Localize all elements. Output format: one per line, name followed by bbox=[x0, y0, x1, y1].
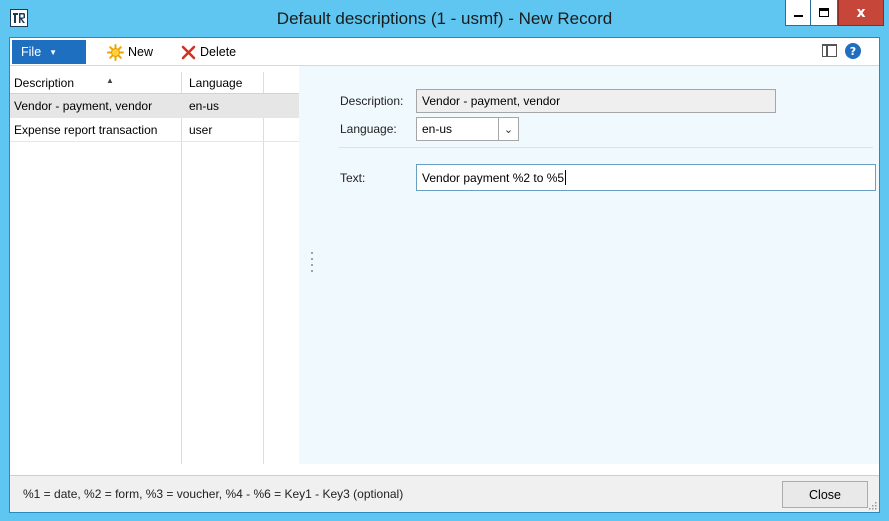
new-star-icon bbox=[107, 43, 124, 61]
row-language: en-us bbox=[189, 99, 220, 113]
help-icon[interactable]: ? bbox=[845, 43, 861, 59]
field-group-divider bbox=[339, 147, 873, 148]
form-content: Description ▲ Language Vendor - payment,… bbox=[10, 66, 879, 464]
caret-down-icon: ▼ bbox=[49, 47, 58, 57]
new-button-label: New bbox=[128, 45, 154, 59]
table-row[interactable]: Vendor - payment, vendor en-us bbox=[10, 94, 299, 118]
text-caret bbox=[565, 170, 567, 185]
delete-button-label: Delete bbox=[200, 45, 237, 59]
text-value: Vendor payment %2 to %5 bbox=[422, 170, 565, 185]
close-button[interactable]: Close bbox=[782, 481, 868, 508]
delete-button[interactable]: Delete bbox=[181, 43, 236, 61]
language-value: en-us bbox=[422, 122, 453, 136]
action-pane: File ▼ New Delete ? bbox=[10, 38, 879, 66]
window-title: Default descriptions (1 - usmf) - New Re… bbox=[276, 9, 613, 28]
text-input[interactable]: Vendor payment %2 to %5 bbox=[416, 164, 876, 191]
description-label: Description: bbox=[340, 94, 404, 108]
grid-header: Description ▲ Language bbox=[10, 72, 299, 94]
dropdown-chevron-icon[interactable]: ⌄ bbox=[498, 118, 518, 140]
minimize-button[interactable] bbox=[785, 0, 811, 26]
description-field[interactable]: Vendor - payment, vendor bbox=[416, 89, 776, 113]
maximize-button[interactable] bbox=[811, 0, 838, 26]
close-window-button[interactable]: x bbox=[838, 0, 884, 26]
application-window: Default descriptions (1 - usmf) - New Re… bbox=[0, 0, 889, 521]
sort-ascending-icon: ▲ bbox=[106, 76, 114, 85]
row-description: Vendor - payment, vendor bbox=[14, 99, 153, 113]
form-frame: File ▼ New Delete ? Description ▲ Langua… bbox=[9, 37, 880, 513]
row-language: user bbox=[189, 123, 213, 137]
delete-x-icon bbox=[181, 45, 196, 59]
column-header-description[interactable]: Description bbox=[14, 76, 74, 90]
column-header-language[interactable]: Language bbox=[189, 76, 242, 90]
resize-grip-icon[interactable] bbox=[867, 500, 877, 510]
text-label: Text: bbox=[340, 171, 366, 185]
layout-icon[interactable] bbox=[822, 44, 837, 57]
file-menu-label: File bbox=[21, 45, 42, 59]
splitter-handle-icon[interactable] bbox=[311, 252, 315, 282]
new-button[interactable]: New bbox=[107, 43, 153, 61]
table-row[interactable]: Expense report transaction user bbox=[10, 118, 299, 142]
detail-pane: Description: Vendor - payment, vendor La… bbox=[299, 66, 879, 464]
help-hint-text: %1 = date, %2 = form, %3 = voucher, %4 -… bbox=[23, 487, 404, 501]
title-bar[interactable]: Default descriptions (1 - usmf) - New Re… bbox=[0, 0, 889, 37]
language-select[interactable]: en-us ⌄ bbox=[416, 117, 519, 141]
description-value: Vendor - payment, vendor bbox=[422, 94, 561, 108]
row-description: Expense report transaction bbox=[14, 123, 158, 137]
close-icon: x bbox=[856, 4, 866, 21]
language-label: Language: bbox=[340, 122, 397, 136]
file-menu-button[interactable]: File ▼ bbox=[12, 40, 86, 64]
minimize-icon bbox=[793, 14, 803, 17]
descriptions-grid[interactable]: Description ▲ Language Vendor - payment,… bbox=[10, 72, 299, 464]
status-bar: %1 = date, %2 = form, %3 = voucher, %4 -… bbox=[10, 475, 879, 512]
maximize-icon bbox=[819, 8, 829, 17]
close-button-label: Close bbox=[809, 487, 841, 502]
